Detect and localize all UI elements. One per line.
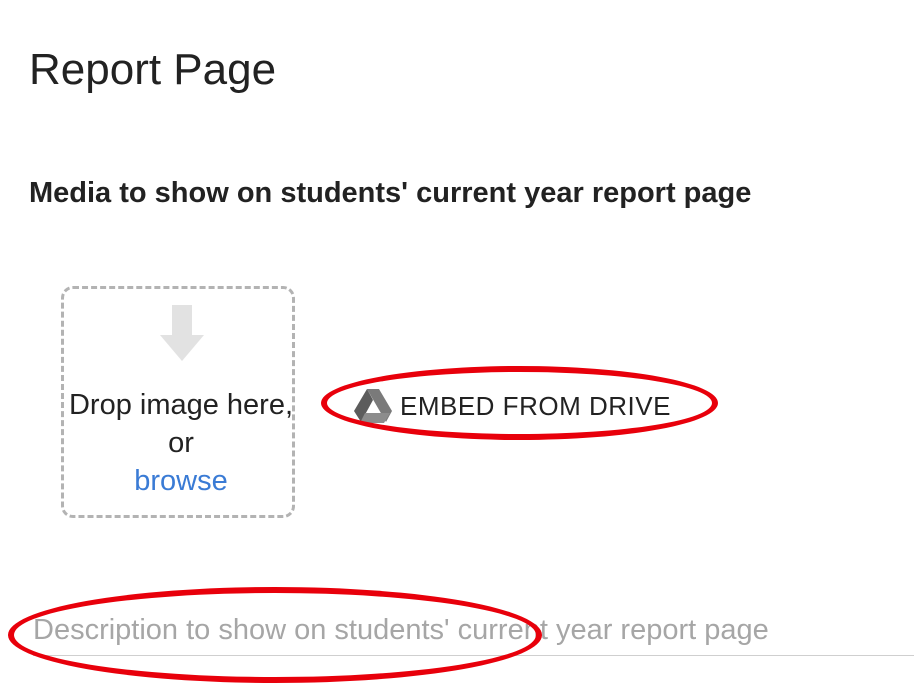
dropzone-text: Drop image here, or browse [64,386,298,500]
download-arrow-icon [160,305,204,361]
browse-link[interactable]: browse [134,465,228,497]
report-page: Report Page Media to show on students' c… [0,0,914,692]
description-input[interactable] [33,606,914,656]
image-dropzone[interactable]: Drop image here, or browse [61,286,295,518]
embed-from-drive-label: EMBED FROM DRIVE [400,390,671,421]
page-title: Report Page [29,45,277,94]
media-section-heading: Media to show on students' current year … [29,177,752,209]
embed-from-drive-button[interactable]: EMBED FROM DRIVE [354,386,671,426]
dropzone-instruction: Drop image here, or [68,389,294,459]
google-drive-icon [354,389,392,423]
